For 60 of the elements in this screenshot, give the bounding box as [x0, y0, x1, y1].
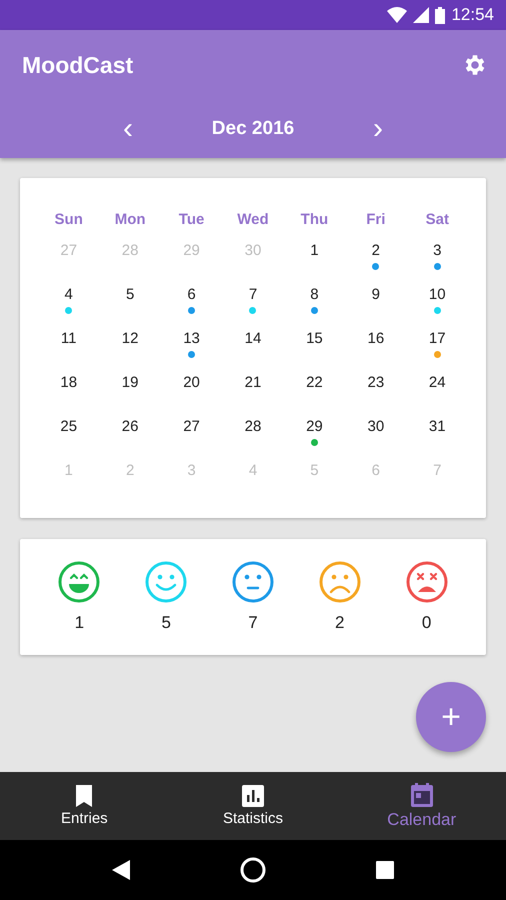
day-number[interactable]: 25 [60, 418, 78, 436]
day-number[interactable]: 22 [306, 374, 323, 392]
add-button[interactable]: + [416, 682, 486, 752]
mood-count: 0 [422, 613, 432, 633]
day-number[interactable]: 8 [310, 286, 319, 304]
back-icon[interactable] [112, 860, 130, 880]
day-number[interactable]: 18 [60, 374, 78, 392]
day-number[interactable]: 14 [244, 330, 262, 348]
mood-count: 2 [335, 613, 345, 633]
day-number[interactable]: 31 [428, 418, 446, 436]
day-number[interactable]: 4 [64, 286, 73, 304]
day-number[interactable]: 2 [372, 242, 380, 260]
nav-tab[interactable]: Statistics [168, 772, 338, 840]
day-number[interactable]: 10 [428, 286, 446, 304]
mood-count: 7 [248, 613, 258, 633]
day-number[interactable]: 24 [428, 374, 446, 392]
weekday-label: Fri [365, 210, 386, 230]
day-number[interactable]: 26 [122, 418, 138, 436]
clock-time: 12:54 [451, 5, 494, 25]
bar-chart-icon [242, 785, 264, 807]
previous-month-button[interactable]: ‹ [78, 114, 178, 144]
day-number[interactable]: 7 [248, 286, 258, 304]
day-number[interactable]: 13 [183, 330, 200, 348]
nav-tab[interactable]: Calendar [337, 772, 506, 840]
home-icon[interactable] [240, 857, 266, 883]
bookmark-icon [75, 785, 94, 807]
weekday-label: Sat [424, 210, 450, 230]
day-number[interactable]: 20 [183, 374, 200, 392]
day-number[interactable]: 9 [372, 286, 380, 304]
battery-icon [435, 6, 446, 24]
mood-count: 5 [161, 613, 171, 633]
mood-count: 1 [74, 613, 84, 633]
day-number[interactable]: 30 [368, 418, 384, 436]
nav-tab[interactable]: Entries [0, 772, 169, 840]
day-number[interactable]: 27 [183, 418, 200, 436]
day-number[interactable]: 3 [433, 242, 442, 260]
day-number[interactable]: 12 [122, 330, 138, 348]
day-number[interactable]: 11 [60, 330, 76, 348]
weekday-label: Wed [236, 210, 270, 230]
weekday-label: Tue [178, 210, 206, 230]
day-number[interactable]: 28 [244, 418, 262, 436]
day-number[interactable]: 15 [306, 330, 323, 348]
day-number[interactable]: 16 [368, 330, 384, 348]
day-number[interactable]: 23 [368, 374, 384, 392]
day-number[interactable]: 21 [244, 374, 262, 392]
day-number[interactable]: 29 [306, 418, 323, 436]
day-number[interactable]: 1 [310, 242, 319, 260]
month-label: Dec 2016 [210, 118, 296, 140]
weekday-label: Mon [114, 210, 147, 230]
weekday-label: Thu [300, 210, 330, 230]
weekday-label: Sun [54, 210, 84, 230]
app-title: MoodCast [22, 52, 134, 78]
day-number[interactable]: 6 [187, 286, 196, 304]
signal-icon [413, 7, 430, 23]
next-month-button[interactable]: › [328, 114, 428, 144]
day-number[interactable]: 17 [428, 330, 446, 348]
calendar-icon [410, 782, 434, 806]
day-number[interactable]: 19 [122, 374, 138, 392]
day-number[interactable]: 5 [126, 286, 134, 304]
wifi-icon [387, 7, 408, 23]
